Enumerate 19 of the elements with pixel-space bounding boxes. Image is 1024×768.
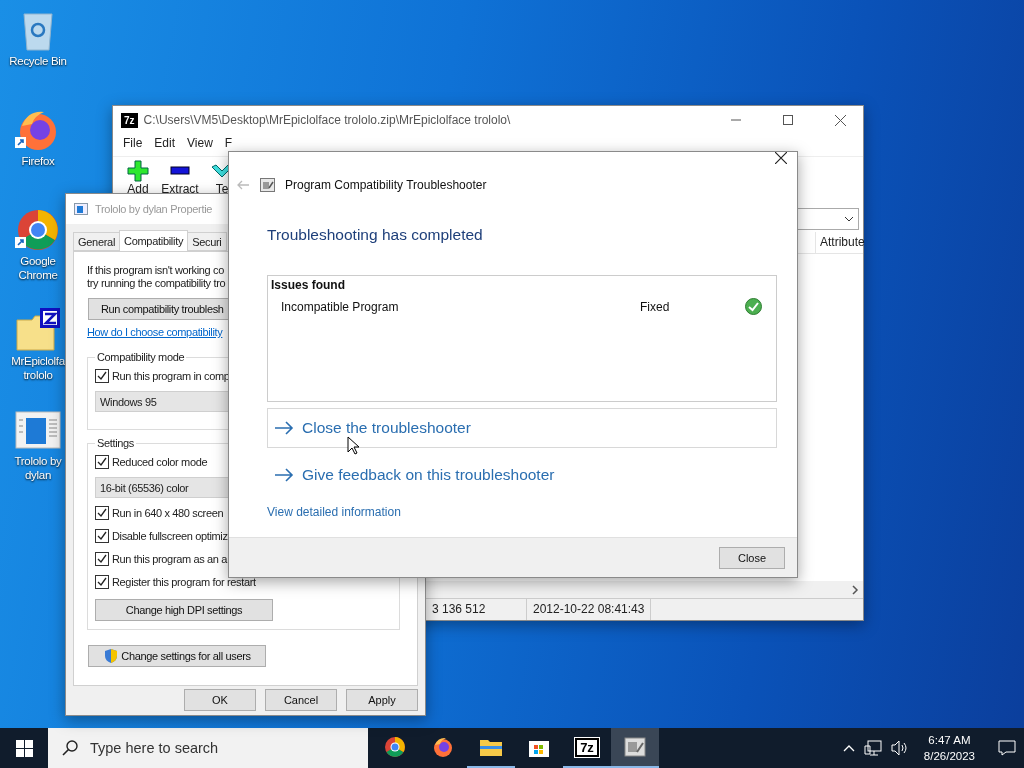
intro-text: If this program isn't working co (87, 264, 224, 277)
group-title: Compatibility mode (96, 351, 186, 364)
desktop-icon-label: Recycle Bin (9, 54, 67, 68)
window-title: Trololo by dylan Propertie (95, 203, 213, 215)
group-title: Settings (96, 437, 135, 450)
desktop-icon-label: Google Chrome (17, 254, 59, 282)
app-logo: 7z (575, 737, 599, 757)
issues-title: Issues found (271, 278, 346, 292)
window-title: Program Compatibility Troubleshooter (285, 178, 487, 192)
window-title: C:\Users\VM5\Desktop\MrEpiclolface trololo.zip\MrEpiclolface trololo\ (143, 113, 512, 127)
desktop-icon-label: Firefox (21, 154, 55, 168)
desktop-icon-label: MrEpiclolfa trololo (10, 354, 66, 382)
app-logo: 7z (121, 112, 138, 128)
issue-name: Incompatible Program (281, 299, 400, 314)
status-text: 2012-10-22 08:41:43 (527, 599, 652, 620)
desktop-icon-label: Trololo by dylan (13, 454, 63, 482)
status-heading: Troubleshooting has completed (267, 226, 484, 244)
issue-status: Fixed (640, 299, 671, 314)
intro-text: try running the compatibility tro (87, 277, 226, 290)
